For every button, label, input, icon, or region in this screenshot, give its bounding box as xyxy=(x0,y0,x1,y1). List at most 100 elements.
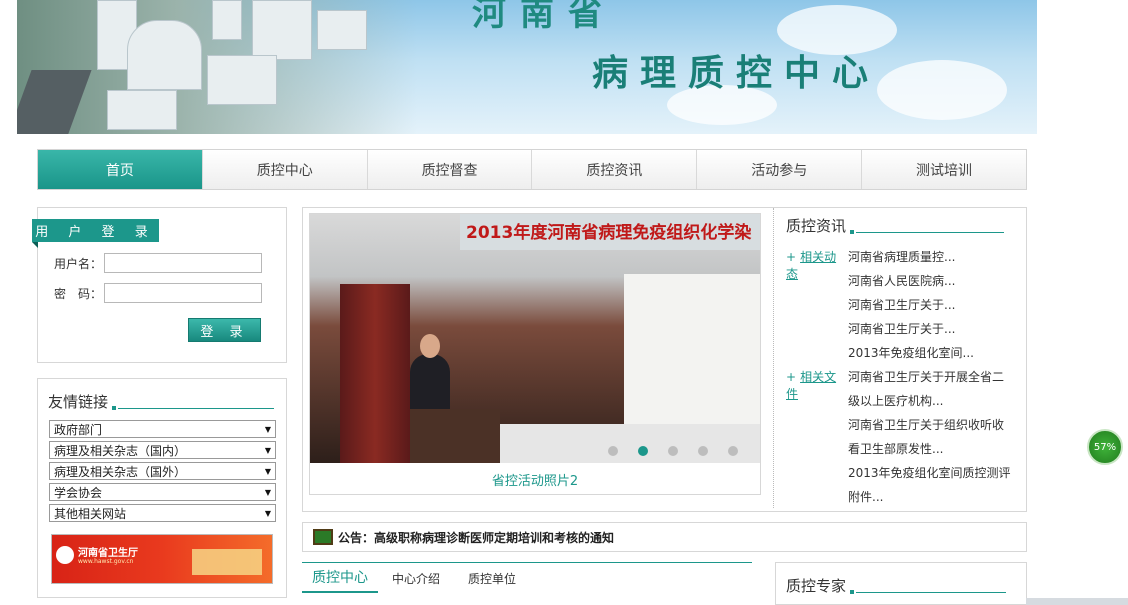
title-line-decoration xyxy=(856,232,1005,233)
login-button[interactable]: 登 录 xyxy=(188,318,261,342)
chevron-down-icon: ▼ xyxy=(264,445,271,455)
slideshow-dots xyxy=(608,446,738,456)
banner-building xyxy=(317,10,367,50)
nav-item-qc-news[interactable]: 质控资讯 xyxy=(532,150,698,189)
banner-building xyxy=(212,0,242,40)
health-dept-logo-icon xyxy=(56,546,74,564)
news-link[interactable]: 河南省人民医院病... xyxy=(848,272,955,289)
links-select-gov[interactable]: 政府部门 ▼ xyxy=(49,420,276,438)
username-row: 用户名： xyxy=(54,253,263,273)
news-link[interactable]: 河南省卫生厅关于... xyxy=(848,296,955,313)
news-link[interactable]: 河南省卫生厅关于组织收听收 xyxy=(848,416,1004,433)
great-hall-image xyxy=(192,549,262,575)
links-select-other-sites[interactable]: 其他相关网站 ▼ xyxy=(49,504,276,522)
banner-title-province: 河南省 xyxy=(472,0,616,34)
plus-icon: + xyxy=(786,250,797,264)
news-link[interactable]: 河南省卫生厅关于... xyxy=(848,320,955,337)
banner-building xyxy=(127,20,202,90)
title-dot-decoration xyxy=(850,590,855,594)
banner-building xyxy=(107,90,177,130)
news-row: 2013年免疫组化室间质控测评 xyxy=(786,464,1011,481)
slide-speaker xyxy=(410,354,450,414)
qc-experts-panel: 质控专家 xyxy=(775,562,1027,605)
slide-dot-4[interactable] xyxy=(698,446,708,456)
select-label: 学会协会 xyxy=(54,485,103,500)
news-tag-spacer xyxy=(786,416,848,433)
nav-item-activities[interactable]: 活动参与 xyxy=(697,150,863,189)
password-row: 密 码： xyxy=(54,283,263,303)
news-row: 河南省人民医院病... xyxy=(786,272,955,289)
friendly-links-panel: 友情链接 政府部门 ▼ 病理及相关杂志（国内） ▼ 病理及相关杂志（国外） ▼ … xyxy=(37,378,287,598)
links-select-journals-foreign[interactable]: 病理及相关杂志（国外） ▼ xyxy=(49,462,276,480)
select-label: 政府部门 xyxy=(54,422,103,437)
plus-icon: + xyxy=(786,370,797,384)
username-input[interactable] xyxy=(104,253,263,273)
nav-item-test-training[interactable]: 测试培训 xyxy=(862,150,1026,189)
photo-slideshow: 2013年度河南省病理免疫组织化学染 省控活动照片2 xyxy=(309,213,761,495)
news-row: 2013年免疫组化室间... xyxy=(786,344,974,361)
news-tag-spacer xyxy=(786,320,848,337)
news-tag-spacer xyxy=(786,272,848,289)
news-row: 级以上医疗机构... xyxy=(786,392,943,409)
slide-dot-3[interactable] xyxy=(668,446,678,456)
news-title: 质控资讯 xyxy=(786,215,1005,236)
header-banner: 河南省 病理质控中心 xyxy=(17,0,1037,134)
news-link[interactable]: 2013年免疫组化室间质控测评 xyxy=(848,464,1011,481)
nav-item-home[interactable]: 首页 xyxy=(38,150,203,189)
links-title: 友情链接 xyxy=(48,391,275,412)
select-label: 其他相关网站 xyxy=(54,506,127,521)
news-title-text: 质控资讯 xyxy=(786,217,847,235)
slide-dot-1[interactable] xyxy=(608,446,618,456)
links-select-associations[interactable]: 学会协会 ▼ xyxy=(49,483,276,501)
nav-item-qc-center[interactable]: 质控中心 xyxy=(203,150,368,189)
expert-title: 质控专家 xyxy=(786,575,1007,596)
slide-podium xyxy=(410,409,500,463)
news-tag-spacer xyxy=(786,296,848,313)
page: 河南省 病理质控中心 首页 质控中心 质控督查 质控资讯 活动参与 测试培训 用… xyxy=(0,0,1128,605)
tab-center-intro[interactable]: 中心介绍 xyxy=(378,563,454,593)
speed-percent-badge[interactable]: 57% xyxy=(1087,429,1123,465)
news-tag-spacer xyxy=(786,392,848,409)
nav-item-qc-supervision[interactable]: 质控督查 xyxy=(368,150,533,189)
news-row: 河南省卫生厅关于... xyxy=(786,296,955,313)
tab-qc-units[interactable]: 质控单位 xyxy=(454,563,530,593)
qc-news-panel: 质控资讯 + 相关动态 河南省病理质量控... 河南省人民医院病... 河南省卫生… xyxy=(773,208,1023,508)
news-row: 河南省卫生厅关于组织收听收 xyxy=(786,416,1004,433)
bottom-tab-bar: 质控中心 中心介绍 质控单位 xyxy=(302,562,752,605)
health-dept-banner-link[interactable]: 河南省卫生厅 www.hawst.gov.cn xyxy=(51,534,273,584)
news-tag-spacer xyxy=(786,344,848,361)
news-link[interactable]: 看卫生部原发性... xyxy=(848,440,943,457)
slide-projection-screen xyxy=(624,274,760,424)
title-dot-decoration xyxy=(850,230,855,234)
select-label: 病理及相关杂志（国内） xyxy=(54,443,187,458)
username-label: 用户名： xyxy=(54,256,103,271)
chevron-down-icon: ▼ xyxy=(264,424,271,434)
news-tag-spacer xyxy=(786,488,848,505)
title-line-decoration xyxy=(856,592,1007,593)
slide-banner-text: 2013年度河南省病理免疫组织化学染 xyxy=(460,214,760,250)
news-row: 河南省卫生厅关于... xyxy=(786,320,955,337)
news-tag-spacer xyxy=(786,464,848,481)
tab-qc-center[interactable]: 质控中心 xyxy=(302,563,378,593)
notice-link[interactable]: 公告：高级职称病理诊断医师定期培训和考核的通知 xyxy=(338,529,614,546)
news-row: 附件... xyxy=(786,488,883,505)
health-dept-name: 河南省卫生厅 xyxy=(78,548,138,559)
slide-dot-5[interactable] xyxy=(728,446,738,456)
slide-caption-link[interactable]: 省控活动照片2 xyxy=(310,464,760,494)
taskbar-tray-edge xyxy=(1026,598,1128,605)
banner-title-center: 病理质控中心 xyxy=(592,52,881,94)
news-tag-spacer xyxy=(786,440,848,457)
notice-board-icon xyxy=(313,529,333,545)
news-row: 看卫生部原发性... xyxy=(786,440,943,457)
password-label: 密 码： xyxy=(54,286,103,301)
news-link[interactable]: 级以上医疗机构... xyxy=(848,392,943,409)
slide-dot-2[interactable] xyxy=(638,446,648,456)
banner-building xyxy=(207,55,277,105)
password-input[interactable] xyxy=(104,283,263,303)
chevron-down-icon: ▼ xyxy=(264,508,271,518)
links-select-journals-domestic[interactable]: 病理及相关杂志（国内） ▼ xyxy=(49,441,276,459)
slideshow-image[interactable]: 2013年度河南省病理免疫组织化学染 xyxy=(310,214,760,463)
banner-building xyxy=(252,0,312,60)
news-link[interactable]: 附件... xyxy=(848,488,883,505)
news-link[interactable]: 2013年免疫组化室间... xyxy=(848,344,974,361)
